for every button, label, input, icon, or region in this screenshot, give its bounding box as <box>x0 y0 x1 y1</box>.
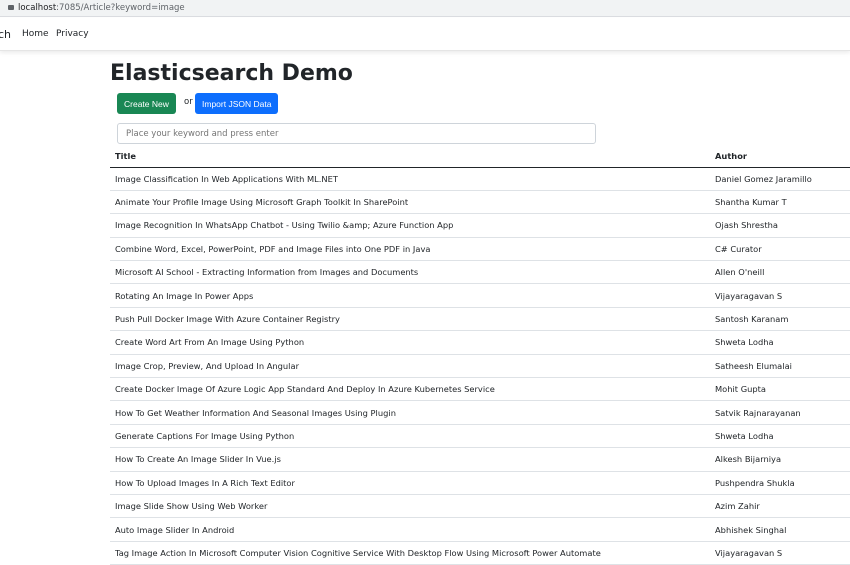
header-author: Author <box>710 146 850 168</box>
cell-title: Generate Captions For Image Using Python <box>110 424 710 449</box>
cell-author: Shweta Lodha <box>710 330 850 355</box>
table-row: Push Pull Docker Image With Azure Contai… <box>110 307 850 332</box>
address-bar[interactable]: localhost:7085/Article?keyword=image <box>0 0 850 17</box>
cell-author: Abhishek Singhal <box>710 517 850 542</box>
table-row: Generate Captions For Image Using Python… <box>110 424 850 449</box>
table-row: Auto Image Slider In Android Abhishek Sin… <box>110 517 850 542</box>
nav-privacy[interactable]: Privacy <box>56 29 89 39</box>
cell-author: Shantha Kumar T <box>710 190 850 215</box>
nav-home[interactable]: Home <box>22 29 49 39</box>
cell-title: Auto Image Slider In Android <box>110 517 710 542</box>
cell-author: Mohit Gupta <box>710 377 850 402</box>
create-new-button[interactable]: Create New <box>117 93 176 114</box>
cell-title: Image Slide Show Using Web Worker <box>110 494 710 519</box>
cell-author: C# Curator <box>710 237 850 262</box>
cell-title: How To Create An Image Slider In Vue.js <box>110 447 710 472</box>
cell-author: Alkesh Bijarniya <box>710 447 850 472</box>
import-json-button[interactable]: Import JSON Data <box>195 93 279 114</box>
cell-author: Santosh Karanam <box>710 307 850 332</box>
cell-title: Combine Word, Excel, PowerPoint, PDF and… <box>110 237 710 262</box>
table-row: How To Create An Image Slider In Vue.js A… <box>110 447 850 472</box>
cell-title: Image Recognition In WhatsApp Chatbot - … <box>110 213 710 238</box>
header-title: Title <box>110 146 710 168</box>
cell-title: Image Classification In Web Applications… <box>110 167 710 191</box>
table-row: Microsoft AI School - Extracting Informa… <box>110 260 850 285</box>
cell-title: Push Pull Docker Image With Azure Contai… <box>110 307 710 332</box>
table-row: Animate Your Profile Image Using Microso… <box>110 190 850 215</box>
cell-title: Create Word Art From An Image Using Pyth… <box>110 330 710 355</box>
table-row: Create Docker Image Of Azure Logic App S… <box>110 377 850 402</box>
cell-title: Rotating An Image In Power Apps <box>110 283 710 308</box>
cell-title: Microsoft AI School - Extracting Informa… <box>110 260 710 285</box>
url-path: :7085/Article?keyword=image <box>56 3 185 13</box>
table-row: Rotating An Image In Power Apps Vijayarag… <box>110 283 850 308</box>
cell-title: How To Upload Images In A Rich Text Edit… <box>110 471 710 495</box>
search-input[interactable] <box>117 123 596 144</box>
navbar: ch Home Privacy <box>0 18 850 51</box>
table-row: Image Slide Show Using Web Worker Azim Za… <box>110 494 850 519</box>
table-row: How To Get Weather Information And Seaso… <box>110 400 850 425</box>
cell-author: Allen O'neill <box>710 260 850 285</box>
page-title: Elasticsearch Demo <box>110 61 353 86</box>
url-host: localhost <box>18 3 57 13</box>
cell-title: Animate Your Profile Image Using Microso… <box>110 190 710 215</box>
cell-title: Image Crop, Preview, And Upload In Angul… <box>110 354 710 379</box>
cell-author: Satheesh Elumalai <box>710 354 850 379</box>
cell-author: Satvik Rajnarayanan <box>710 400 850 425</box>
cell-author: Ojash Shrestha <box>710 213 850 238</box>
table-row: Image Crop, Preview, And Upload In Angul… <box>110 354 850 379</box>
articles-table: Title Author Image Classification In Web… <box>110 146 850 565</box>
cell-title: Tag Image Action In Microsoft Computer V… <box>110 541 710 565</box>
table-row: Create Word Art From An Image Using Pyth… <box>110 330 850 355</box>
cell-author: Daniel Gomez Jaramillo <box>710 167 850 191</box>
table-row: Combine Word, Excel, PowerPoint, PDF and… <box>110 237 850 262</box>
or-text: or <box>184 97 193 107</box>
table-row: Image Recognition In WhatsApp Chatbot - … <box>110 213 850 238</box>
table-row: How To Upload Images In A Rich Text Edit… <box>110 471 850 495</box>
cell-title: How To Get Weather Information And Seaso… <box>110 400 710 425</box>
table-row: Image Classification In Web Applications… <box>110 167 850 191</box>
cell-author: Vijayaragavan S <box>710 541 850 565</box>
cell-author: Shweta Lodha <box>710 424 850 449</box>
cell-author: Azim Zahir <box>710 494 850 519</box>
cell-author: Pushpendra Shukla <box>710 471 850 495</box>
navbar-brand[interactable]: ch <box>0 28 11 41</box>
lock-icon <box>8 5 14 10</box>
cell-author: Vijayaragavan S <box>710 283 850 308</box>
table-row: Tag Image Action In Microsoft Computer V… <box>110 541 850 565</box>
cell-title: Create Docker Image Of Azure Logic App S… <box>110 377 710 402</box>
